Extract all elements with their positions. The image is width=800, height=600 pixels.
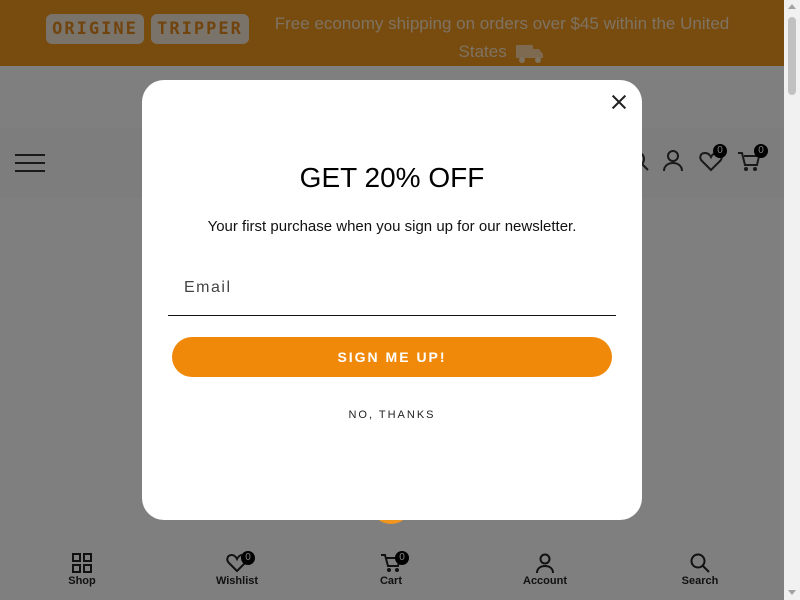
scroll-down-arrow-icon[interactable]: [788, 590, 796, 595]
sign-me-up-button[interactable]: SIGN ME UP!: [172, 337, 612, 377]
popup-subtitle: Your first purchase when you sign up for…: [207, 218, 577, 235]
newsletter-popup: GET 20% OFF Your first purchase when you…: [142, 80, 642, 520]
scrollbar[interactable]: [784, 0, 800, 600]
popup-title: GET 20% OFF: [299, 162, 485, 193]
scrollbar-thumb[interactable]: [788, 17, 796, 95]
close-icon[interactable]: [611, 94, 627, 110]
email-field[interactable]: [168, 260, 616, 316]
no-thanks-link[interactable]: NO, THANKS: [142, 409, 642, 421]
page: ORIGINE TRIPPER Free economy shipping on…: [0, 0, 784, 600]
scroll-up-arrow-icon[interactable]: [788, 4, 796, 9]
